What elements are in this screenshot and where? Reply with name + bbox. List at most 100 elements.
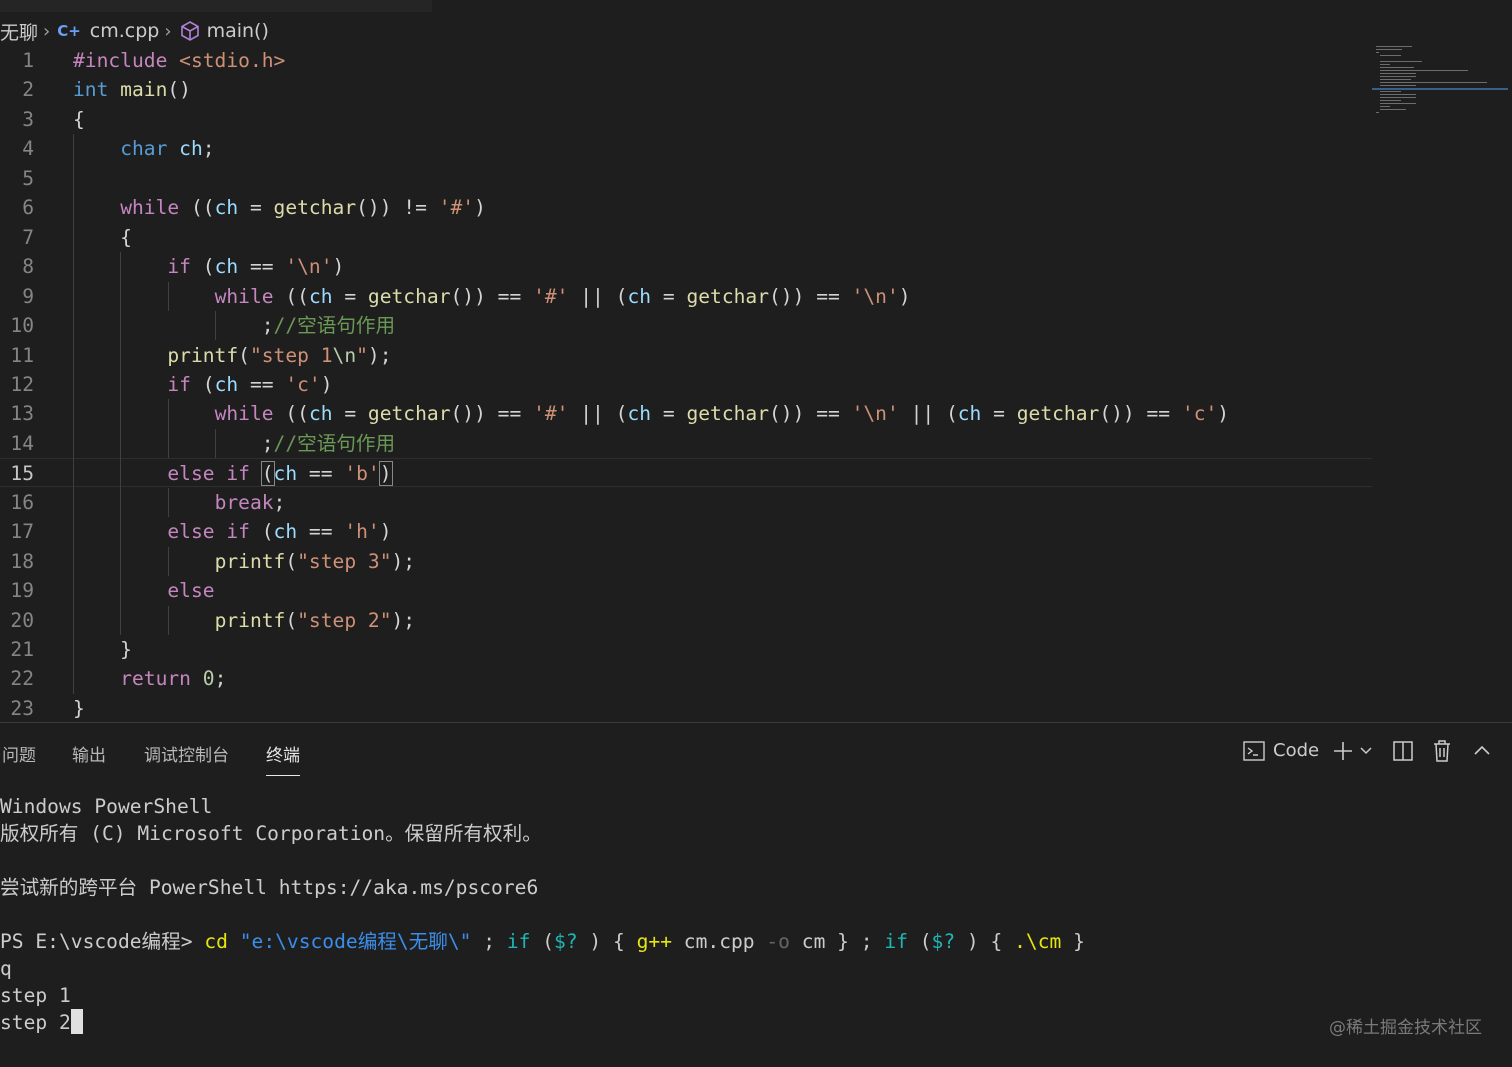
- code-line[interactable]: 3{: [0, 105, 1372, 134]
- code-line[interactable]: 6 while ((ch = getchar()) != '#'): [0, 193, 1372, 222]
- terminal-name[interactable]: Code: [1273, 740, 1319, 761]
- code-line[interactable]: 13 while ((ch = getchar()) == '#' || (ch…: [0, 399, 1372, 428]
- code-line[interactable]: 5: [0, 164, 1372, 193]
- minimap-line: [1380, 100, 1401, 101]
- panel-tab-1[interactable]: 输出: [72, 741, 106, 766]
- code-line[interactable]: 15 else if (ch == 'b'): [0, 458, 1372, 488]
- code-line[interactable]: 21 }: [0, 635, 1372, 664]
- terminal-line: PS E:\vscode编程> cd "e:\vscode编程\无聊\" ; i…: [0, 928, 1085, 955]
- code-line[interactable]: 20 printf("step 2");: [0, 606, 1372, 635]
- code-text: return 0;: [73, 664, 226, 693]
- code-token: #include: [73, 49, 180, 72]
- code-token: getchar: [367, 284, 451, 308]
- code-line[interactable]: 1 #include <stdio.h>: [0, 46, 1372, 75]
- code-token: ch: [273, 520, 298, 544]
- chevron-up-icon[interactable]: [1472, 742, 1492, 758]
- code-token: =: [238, 196, 274, 220]
- code-token: else if: [167, 462, 250, 486]
- code-line[interactable]: 12 if (ch == 'c'): [0, 370, 1372, 399]
- code-line[interactable]: 19 else: [0, 576, 1372, 605]
- breadcrumb-folder[interactable]: 无聊: [0, 18, 38, 45]
- minimap-line: [1380, 106, 1391, 107]
- breadcrumb-symbol[interactable]: main(): [207, 20, 269, 42]
- code-token: "step 1: [249, 343, 333, 367]
- terminal-token: q: [0, 957, 12, 980]
- code-token: 'c': [285, 372, 321, 396]
- minimap-line: [1380, 91, 1401, 92]
- breadcrumb: 无聊 › C+ cm.cpp › main(): [0, 17, 269, 45]
- terminal-token: cm } ;: [789, 930, 885, 953]
- terminal-token: (: [907, 930, 932, 953]
- code-token: '#': [533, 402, 569, 426]
- chevron-right-icon: ›: [164, 20, 172, 42]
- code-token: \n: [332, 343, 357, 367]
- code-line[interactable]: 9 while ((ch = getchar()) == '#' || (ch …: [0, 282, 1372, 311]
- breadcrumb-file[interactable]: cm.cpp: [90, 20, 160, 42]
- code-line[interactable]: 8 if (ch == '\n'): [0, 252, 1372, 281]
- code-line[interactable]: 18 printf("step 3");: [0, 547, 1372, 576]
- bottom-panel: 问题 输出 调试控制台 终端 Code Windows PowerShell 版权所有 …: [0, 722, 1512, 1067]
- code-token: (: [249, 520, 274, 544]
- terminal-token: g++: [636, 930, 673, 953]
- code-line[interactable]: 14 ;//空语句作用: [0, 429, 1372, 458]
- line-number: 21: [10, 638, 34, 661]
- code-line[interactable]: 7 {: [0, 223, 1372, 252]
- code-token: ()) ==: [450, 284, 534, 308]
- chevron-down-icon[interactable]: [1359, 745, 1373, 757]
- code-text: printf("step 2");: [73, 606, 416, 635]
- code-line[interactable]: 4 char ch;: [0, 134, 1372, 163]
- panel-tab-0[interactable]: 问题: [2, 741, 36, 766]
- add-icon[interactable]: [1332, 740, 1354, 762]
- code-editor[interactable]: 1 #include <stdio.h> 2 int main() 3{4 char c…: [0, 46, 1372, 722]
- minimap[interactable]: [1372, 46, 1512, 126]
- minimap-line: [1380, 70, 1469, 71]
- line-number: 11: [10, 343, 34, 367]
- code-line[interactable]: 22 return 0;: [0, 664, 1372, 693]
- code-token: ): [1217, 402, 1230, 426]
- terminal-token: "e:\vscode编程\无聊\": [239, 930, 472, 953]
- chevron-right-icon: ›: [43, 20, 51, 42]
- terminal-token: PS E:\vscode编程>: [0, 930, 205, 953]
- code-token: getchar: [686, 284, 770, 308]
- code-token: '#': [438, 196, 475, 220]
- trash-icon[interactable]: [1432, 739, 1452, 763]
- line-number: 17: [10, 520, 34, 544]
- editor-tab[interactable]: [0, 0, 432, 12]
- code-line[interactable]: 23}: [0, 694, 1372, 723]
- code-token: 'h': [344, 520, 380, 544]
- code-token: ch: [167, 137, 203, 161]
- terminal-token: ) {: [577, 930, 637, 953]
- code-token: ch: [957, 402, 982, 426]
- code-line[interactable]: 10 ;//空语句作用: [0, 311, 1372, 340]
- line-number: 9: [22, 284, 34, 308]
- indent-guide: [167, 605, 169, 635]
- code-line[interactable]: 16 break;: [0, 488, 1372, 517]
- terminal-output[interactable]: Windows PowerShell 版权所有 (C) Microsoft Cor…: [0, 793, 1085, 1036]
- code-token: =: [651, 284, 687, 308]
- panel-tab-3[interactable]: 终端: [266, 741, 300, 776]
- terminal-line: 版权所有 (C) Microsoft Corporation。保留所有权利。: [0, 820, 1085, 847]
- code-text: #include <stdio.h>: [73, 46, 285, 75]
- code-line[interactable]: 11 printf("step 1\n");: [0, 341, 1372, 370]
- terminal-line: step 2: [0, 1009, 1085, 1036]
- line-number: 10: [10, 314, 34, 338]
- code-token: ): [320, 372, 333, 396]
- code-token: ;: [273, 490, 286, 514]
- line-number: 1: [22, 49, 34, 72]
- code-token: ;: [202, 137, 215, 161]
- terminal-icon[interactable]: [1242, 739, 1266, 763]
- code-token: ): [332, 255, 345, 279]
- code-token: }: [73, 696, 85, 720]
- split-icon[interactable]: [1392, 740, 1414, 762]
- code-line[interactable]: 2 int main(): [0, 75, 1372, 104]
- panel-tab-2[interactable]: 调试控制台: [144, 741, 229, 766]
- code-token: {: [73, 107, 85, 131]
- code-token: ;: [73, 431, 274, 455]
- code-line[interactable]: 17 else if (ch == 'h'): [0, 517, 1372, 546]
- code-text: printf("step 3");: [73, 547, 416, 576]
